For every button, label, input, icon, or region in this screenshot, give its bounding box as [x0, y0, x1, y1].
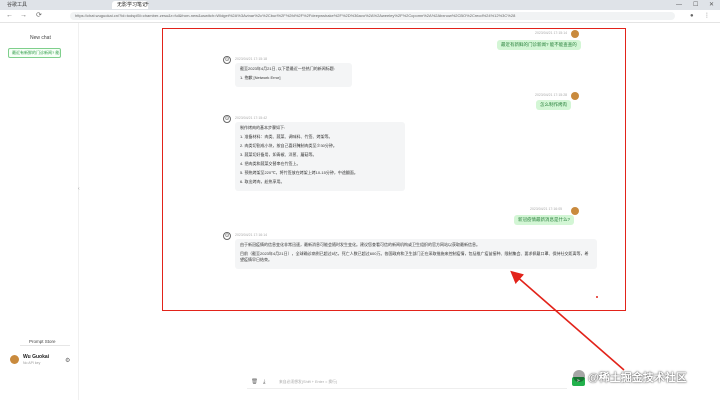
watermark-logo-icon — [573, 370, 585, 382]
watermark: @稀土掘金技术社区 — [588, 372, 687, 384]
chat-input-placeholder: 来自必须想发(Shift + Enter = 换行) — [279, 380, 338, 384]
annotation-arrow — [510, 270, 625, 371]
